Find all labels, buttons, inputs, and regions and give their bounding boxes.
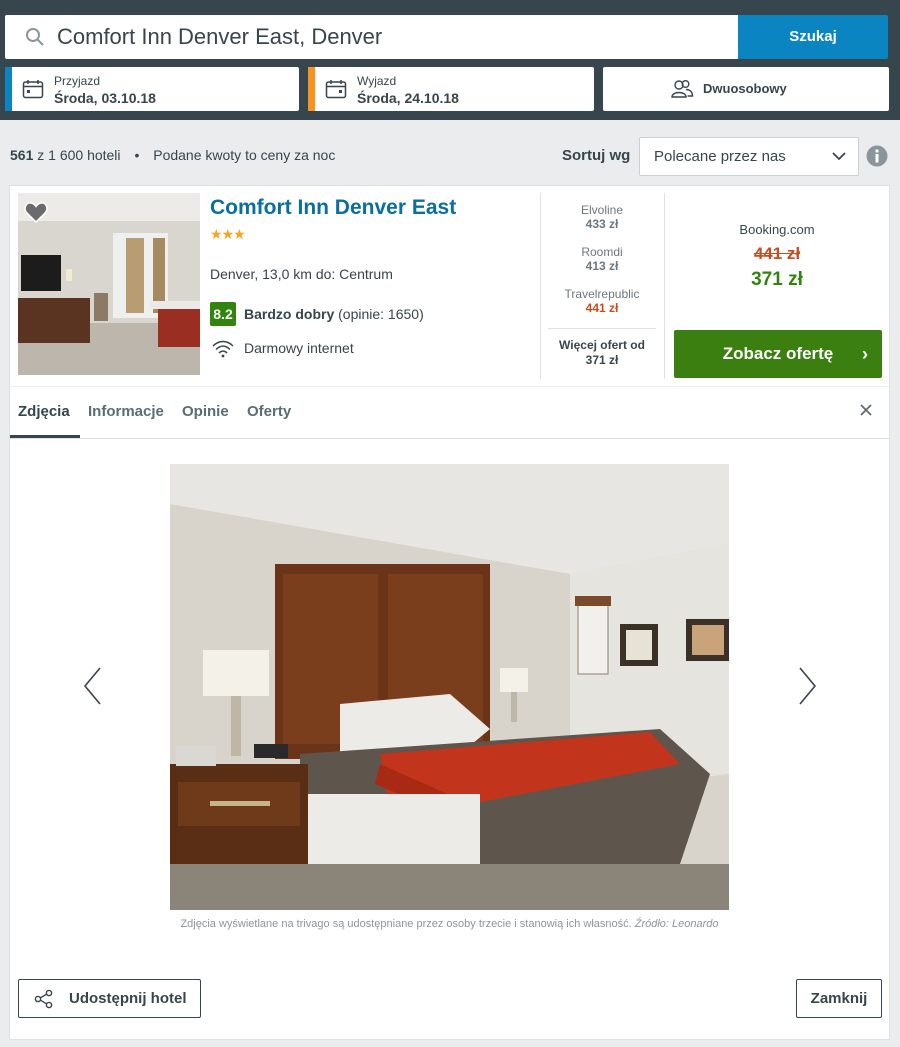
- tab-info[interactable]: Informacje: [88, 403, 164, 420]
- calendar-icon: [22, 80, 44, 99]
- chevron-left-icon[interactable]: [82, 666, 104, 706]
- checkout-field[interactable]: Wyjazd Środa, 24.10.18: [308, 67, 594, 111]
- hotel-thumbnail[interactable]: [18, 193, 200, 375]
- close-icon[interactable]: [859, 403, 873, 417]
- chevron-right-icon: ›: [862, 344, 868, 364]
- hotel-name[interactable]: Comfort Inn Denver East: [210, 196, 456, 220]
- partner-name: Elvoline: [580, 203, 624, 217]
- hotel-room-photo: [170, 464, 729, 910]
- guests-icon: [671, 80, 694, 98]
- divider: [664, 193, 665, 379]
- results-count: 561: [10, 147, 34, 163]
- share-icon: [34, 989, 53, 1009]
- hotel-card: Comfort Inn Denver East ★★★ Denver, 13,0…: [9, 185, 890, 1040]
- checkout-label: Wyjazd: [357, 74, 397, 88]
- more-offers-price: 371 zł: [585, 353, 619, 367]
- chevron-right-icon[interactable]: [796, 666, 818, 706]
- deal-price: 371 zł: [751, 269, 803, 290]
- partner-price: 441 zł: [585, 301, 619, 315]
- wifi-icon: [212, 340, 234, 358]
- partner-offer[interactable]: Elvoline 433 zł: [540, 203, 664, 231]
- tab-offers[interactable]: Oferty: [247, 403, 291, 420]
- partner-name: Roomdi: [581, 245, 623, 259]
- partner-price: 413 zł: [585, 259, 619, 273]
- amenity-wifi: Darmowy internet: [244, 340, 354, 356]
- checkin-label: Przyjazd: [54, 74, 101, 88]
- rating-score-badge: 8.2: [210, 302, 236, 326]
- photo-source: Źródło: Leonardo: [634, 918, 719, 930]
- sort-dropdown[interactable]: Polecane przez nas: [639, 137, 859, 176]
- results-summary: 561 z 1 600 hoteli • Podane kwoty to cen…: [10, 147, 335, 163]
- active-tab-indicator: [10, 435, 80, 438]
- search-header: Szukaj Przyjazd Środa, 03.10.18 Wyjazd Ś…: [0, 0, 900, 120]
- view-offer-label: Zobacz ofertę: [722, 344, 834, 363]
- share-hotel-button[interactable]: Udostępnij hotel: [18, 979, 201, 1018]
- view-offer-button[interactable]: Zobacz ofertę ›: [674, 330, 882, 378]
- rating-label: Bardzo dobry: [244, 306, 335, 322]
- tab-photos[interactable]: Zdjęcia: [18, 403, 70, 420]
- sort-selected-value: Polecane przez nas: [654, 148, 786, 165]
- heart-icon[interactable]: [24, 201, 48, 223]
- partner-price: 433 zł: [585, 217, 619, 231]
- search-button[interactable]: Szukaj: [738, 15, 888, 59]
- checkout-accent: [308, 67, 315, 111]
- search-icon: [26, 28, 44, 46]
- checkin-date: Środa, 03.10.18: [54, 90, 156, 106]
- checkin-field[interactable]: Przyjazd Środa, 03.10.18: [5, 67, 299, 111]
- old-price: 441 zł: [753, 244, 801, 263]
- more-offers-link[interactable]: Więcej ofert od 371 zł: [548, 328, 656, 368]
- hotel-location: Denver, 13,0 km do: Centrum: [210, 266, 393, 282]
- gallery-photo: [170, 464, 729, 910]
- photo-credit: Zdjęcia wyświetlane na trivago są udostę…: [10, 918, 889, 930]
- tab-reviews[interactable]: Opinie: [182, 403, 229, 420]
- share-hotel-label: Udostępnij hotel: [69, 990, 187, 1007]
- checkin-accent: [5, 67, 12, 111]
- partner-offer[interactable]: Travelrepublic 441 zł: [540, 287, 664, 315]
- sort-label: Sortuj wg: [562, 147, 631, 164]
- info-icon[interactable]: [866, 145, 888, 167]
- star-rating: ★★★: [210, 226, 246, 242]
- price-note: Podane kwoty to ceny za noc: [153, 147, 336, 163]
- partner-name: Travelrepublic: [564, 287, 640, 301]
- room-label: Dwuosobowy: [703, 81, 787, 96]
- checkout-date: Środa, 24.10.18: [357, 90, 459, 106]
- rating-summary[interactable]: Bardzo dobry (opinie: 1650): [244, 306, 424, 322]
- chevron-down-icon: [832, 152, 846, 161]
- calendar-icon: [325, 80, 347, 99]
- more-offers-label: Więcej ofert od: [559, 338, 645, 352]
- photo-credit-text: Zdjęcia wyświetlane na trivago są udostę…: [180, 918, 632, 930]
- close-button[interactable]: Zamknij: [796, 979, 882, 1018]
- partner-offer[interactable]: Roomdi 413 zł: [540, 245, 664, 273]
- search-box[interactable]: [5, 15, 738, 59]
- detail-tabs: Zdjęcia Informacje Opinie Oferty: [10, 387, 889, 439]
- deal-provider: Booking.com: [739, 222, 815, 237]
- rating-reviews: (opinie: 1650): [338, 306, 424, 322]
- room-selector[interactable]: Dwuosobowy: [603, 67, 889, 111]
- results-separator: •: [134, 147, 140, 163]
- results-total: z 1 600 hoteli: [37, 147, 121, 163]
- search-input[interactable]: [57, 15, 727, 59]
